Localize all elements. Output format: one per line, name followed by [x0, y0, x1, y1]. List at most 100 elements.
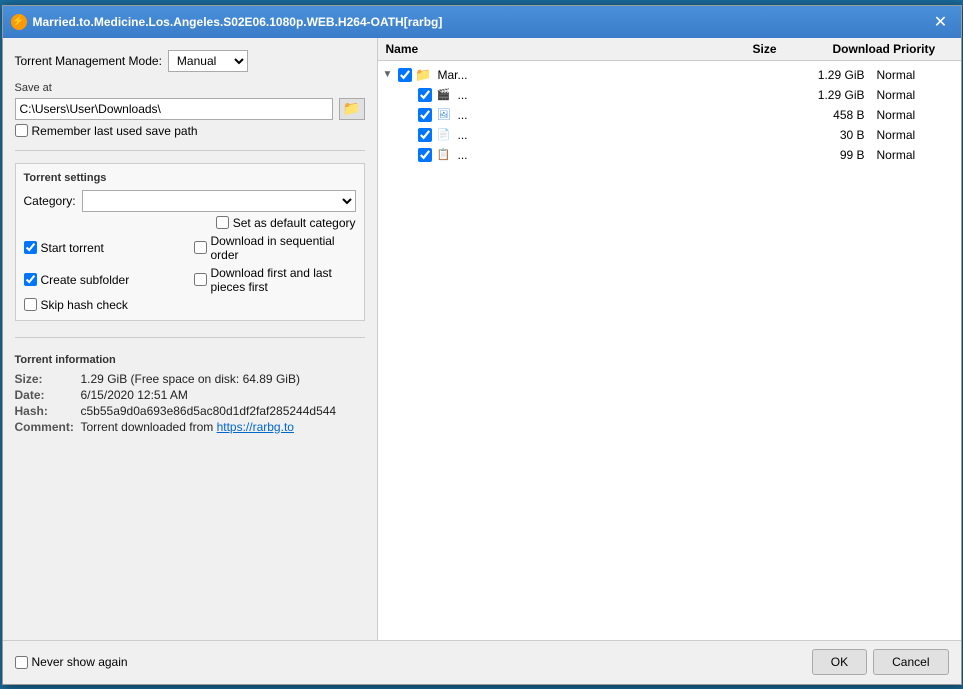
- category-label: Category:: [24, 194, 76, 208]
- save-path-input[interactable]: [15, 98, 333, 120]
- left-panel: Torrent Management Mode: Manual Save at …: [3, 38, 378, 640]
- create-subfolder-label[interactable]: Create subfolder: [24, 266, 186, 294]
- file-checkbox[interactable]: [418, 148, 432, 162]
- set-default-label-wrap[interactable]: Set as default category: [216, 216, 356, 230]
- col-size: Size: [753, 42, 833, 56]
- main-content: Torrent Management Mode: Manual Save at …: [3, 38, 961, 640]
- file-name: ...: [458, 148, 789, 162]
- col-priority: Download Priority: [833, 42, 953, 56]
- start-torrent-text: Start torrent: [41, 241, 104, 255]
- file-priority: Normal: [877, 128, 957, 142]
- info-hash-val: c5b55a9d0a693e86d5ac80d1df2faf285244d544: [81, 404, 337, 418]
- info-date-row: Date: 6/15/2020 12:51 AM: [15, 388, 365, 402]
- doc-file-icon: 📋: [436, 147, 452, 163]
- create-subfolder-checkbox[interactable]: [24, 273, 37, 286]
- management-mode-select[interactable]: Manual: [168, 50, 248, 72]
- skip-hash-text: Skip hash check: [41, 298, 128, 312]
- file-size: 30 B: [793, 128, 873, 142]
- management-mode-label: Torrent Management Mode:: [15, 54, 162, 68]
- skip-hash-checkbox[interactable]: [24, 298, 37, 311]
- col-name: Name: [386, 42, 753, 56]
- never-show-checkbox[interactable]: [15, 656, 28, 669]
- info-comment-row: Comment: Torrent downloaded from https:/…: [15, 420, 365, 434]
- category-row: Category:: [24, 190, 356, 212]
- save-path-row: 📁: [15, 98, 365, 120]
- torrent-info-section: Torrent information Size: 1.29 GiB (Free…: [15, 354, 365, 436]
- torrent-info-title: Torrent information: [15, 354, 365, 366]
- browse-button[interactable]: 📁: [339, 98, 365, 120]
- tree-row[interactable]: 🖼 ... 458 B Normal: [378, 105, 961, 125]
- file-priority: Normal: [877, 88, 957, 102]
- bottom-bar: Never show again OK Cancel: [3, 640, 961, 684]
- title-bar: ⚡ Married.to.Medicine.Los.Angeles.S02E06…: [3, 6, 961, 38]
- dialog-title: Married.to.Medicine.Los.Angeles.S02E06.1…: [33, 15, 923, 29]
- info-size-val: 1.29 GiB (Free space on disk: 64.89 GiB): [81, 372, 300, 386]
- info-date-key: Date:: [15, 388, 75, 402]
- file-size: 1.29 GiB: [793, 88, 873, 102]
- file-name: ...: [458, 128, 789, 142]
- file-priority: Normal: [877, 68, 957, 82]
- file-priority: Normal: [877, 148, 957, 162]
- skip-hash-label[interactable]: Skip hash check: [24, 298, 186, 312]
- expand-icon: ▼: [382, 69, 394, 81]
- start-torrent-label[interactable]: Start torrent: [24, 234, 186, 262]
- torrent-settings-section: Torrent settings Category: Set as defaul…: [15, 163, 365, 321]
- remember-path-checkbox-label[interactable]: Remember last used save path: [15, 124, 365, 138]
- download-first-last-label[interactable]: Download first and last pieces first: [194, 266, 356, 294]
- info-hash-key: Hash:: [15, 404, 75, 418]
- create-subfolder-text: Create subfolder: [41, 273, 130, 287]
- cancel-button[interactable]: Cancel: [873, 649, 948, 675]
- category-select[interactable]: [82, 190, 356, 212]
- dialog-window: ⚡ Married.to.Medicine.Los.Angeles.S02E06…: [2, 5, 962, 685]
- download-sequential-label[interactable]: Download in sequential order: [194, 234, 356, 262]
- tree-row[interactable]: 📋 ... 99 B Normal: [378, 145, 961, 165]
- file-checkbox[interactable]: [418, 88, 432, 102]
- video-file-icon: 🎬: [436, 87, 452, 103]
- file-size: 458 B: [793, 108, 873, 122]
- close-button[interactable]: ✕: [929, 10, 953, 34]
- remember-path-label: Remember last used save path: [32, 124, 198, 138]
- text-file-icon: 📄: [436, 127, 452, 143]
- ok-button[interactable]: OK: [812, 649, 867, 675]
- set-default-checkbox[interactable]: [216, 216, 229, 229]
- info-comment-text: Torrent downloaded from https://rarbg.to: [81, 420, 294, 434]
- tree-row[interactable]: ▼ 📁 Mar... 1.29 GiB Normal: [378, 65, 961, 85]
- set-default-row: Set as default category: [24, 216, 356, 230]
- file-tree-body: ▼ 📁 Mar... 1.29 GiB Normal 🎬 ... 1.29 Gi…: [378, 61, 961, 640]
- tree-row[interactable]: 📄 ... 30 B Normal: [378, 125, 961, 145]
- app-icon: ⚡: [11, 14, 27, 30]
- file-checkbox[interactable]: [418, 108, 432, 122]
- image-file-icon: 🖼: [436, 107, 452, 123]
- file-size: 99 B: [793, 148, 873, 162]
- download-first-last-checkbox[interactable]: [194, 273, 207, 286]
- file-checkbox[interactable]: [398, 68, 412, 82]
- rarbg-link[interactable]: https://rarbg.to: [217, 420, 294, 434]
- never-show-label[interactable]: Never show again: [15, 655, 128, 669]
- file-size: 1.29 GiB: [793, 68, 873, 82]
- separator-2: [15, 337, 365, 338]
- never-show-text: Never show again: [32, 655, 128, 669]
- torrent-settings-title: Torrent settings: [24, 172, 356, 184]
- remember-path-checkbox[interactable]: [15, 124, 28, 137]
- file-name: Mar...: [438, 68, 789, 82]
- folder-icon: 📁: [416, 67, 432, 83]
- info-date-val: 6/15/2020 12:51 AM: [81, 388, 188, 402]
- file-checkbox[interactable]: [418, 128, 432, 142]
- set-default-label: Set as default category: [233, 216, 356, 230]
- download-sequential-checkbox[interactable]: [194, 241, 207, 254]
- info-hash-row: Hash: c5b55a9d0a693e86d5ac80d1df2faf2852…: [15, 404, 365, 418]
- download-first-last-text: Download first and last pieces first: [211, 266, 356, 294]
- file-tree-header: Name Size Download Priority: [378, 38, 961, 61]
- checkboxes-grid: Start torrent Download in sequential ord…: [24, 234, 356, 312]
- save-at-section: Save at 📁 Remember last used save path: [15, 82, 365, 138]
- info-size-key: Size:: [15, 372, 75, 386]
- tree-row[interactable]: 🎬 ... 1.29 GiB Normal: [378, 85, 961, 105]
- download-sequential-text: Download in sequential order: [211, 234, 356, 262]
- file-name: ...: [458, 108, 789, 122]
- separator-1: [15, 150, 365, 151]
- start-torrent-checkbox[interactable]: [24, 241, 37, 254]
- management-mode-row: Torrent Management Mode: Manual: [15, 50, 365, 72]
- file-name: ...: [458, 88, 789, 102]
- file-priority: Normal: [877, 108, 957, 122]
- info-size-row: Size: 1.29 GiB (Free space on disk: 64.8…: [15, 372, 365, 386]
